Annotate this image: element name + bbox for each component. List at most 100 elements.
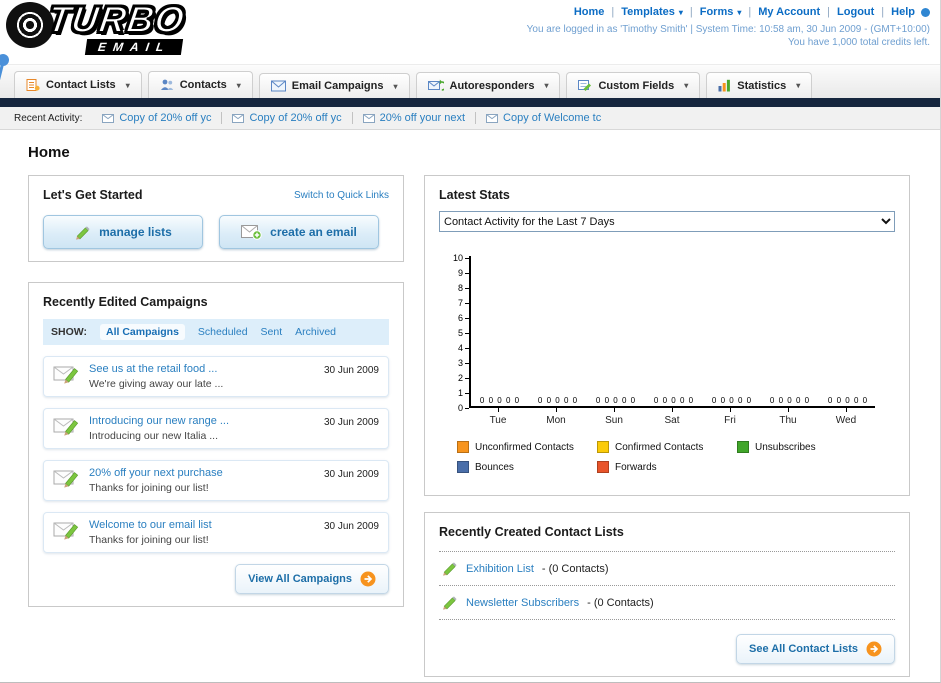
contact-list-detail: - (0 Contacts) (541, 562, 609, 575)
nav-tab-label: Email Campaigns (291, 80, 384, 92)
legend-item: Confirmed Contacts (597, 441, 737, 453)
campaigns-panel-title: Recently Edited Campaigns (43, 295, 208, 309)
contact-list-detail: - (0 Contacts) (587, 596, 654, 609)
nav-tab-email-campaigns[interactable]: Email Campaigns (258, 73, 410, 98)
campaign-title-link[interactable]: 20% off your next purchase (89, 467, 223, 479)
recent-activity-item[interactable]: Copy of 20% off yc (232, 112, 353, 124)
top-link-forms[interactable]: Forms (683, 6, 742, 18)
recent-activity-item-label: Copy of Welcome tc (503, 112, 602, 124)
y-tick-label: 7 (458, 298, 469, 308)
contact-activity-chart: 0 1 2 3 4 5 6 7 8 9 10 0 0 0 0 00 0 0 0 00 0 0 0 0… (443, 253, 895, 481)
recent-activity-item-label: 20% off your next (379, 112, 466, 124)
latest-stats-panel: Latest Stats Contact Activity for the La… (424, 175, 910, 496)
bar-group-values: 0 0 0 0 0 (769, 396, 811, 405)
campaign-filter-all-campaigns[interactable]: All Campaigns (99, 324, 185, 340)
logo-title: TURBO (44, 0, 188, 41)
campaign-date: 30 Jun 2009 (323, 469, 379, 480)
envelope-pencil-icon (53, 467, 80, 488)
contact-list-name-link[interactable]: Newsletter Subscribers (466, 597, 579, 609)
view-all-campaigns-button[interactable]: View All Campaigns (235, 564, 389, 594)
contacts-icon (160, 78, 174, 92)
top-link-my-account[interactable]: My Account (741, 6, 820, 18)
help-indicator-icon (921, 7, 930, 17)
credits-info: You have 1,000 total credits left. (788, 37, 930, 48)
nav-tab-statistics[interactable]: Statistics (706, 72, 813, 98)
campaign-text: Introducing our new range ... Introducing… (89, 415, 229, 442)
campaign-filter-archived[interactable]: Archived (295, 326, 336, 338)
statistics-icon (718, 79, 731, 92)
envelope-icon (102, 113, 115, 123)
legend-swatch (597, 461, 609, 473)
recent-activity-item-label: Copy of 20% off yc (119, 112, 212, 124)
x-axis-label: Mon (527, 408, 585, 426)
campaign-date: 30 Jun 2009 (323, 521, 379, 532)
top-link-templates[interactable]: Templates (604, 6, 682, 18)
legend-swatch (457, 441, 469, 453)
bar-group-values: 0 0 0 0 0 (537, 396, 579, 405)
campaign-item[interactable]: Welcome to our email list Thanks for join… (43, 512, 389, 553)
contact-list-name-link[interactable]: Exhibition List (466, 563, 534, 575)
campaign-subtitle: Thanks for joining our list! (89, 482, 209, 494)
campaign-item[interactable]: 20% off your next purchase Thanks for joi… (43, 460, 389, 501)
x-axis-label: Thu (759, 408, 817, 426)
get-started-title: Let's Get Started (43, 188, 143, 202)
nav-divider-bar (0, 98, 940, 107)
campaign-title-link[interactable]: See us at the retail food ... (89, 363, 223, 375)
campaign-filter-scheduled[interactable]: Scheduled (198, 326, 248, 338)
nav-tab-autoresponders[interactable]: Autoresponders (415, 72, 561, 98)
y-tick-label: 9 (458, 268, 469, 278)
page-title: Home (28, 144, 70, 161)
campaign-subtitle: We're giving away our late ... (89, 378, 224, 390)
switch-quick-links-link[interactable]: Switch to Quick Links (294, 190, 389, 201)
legend-label: Bounces (475, 461, 514, 473)
recent-activity-bar: Recent Activity: Copy of 20% off yc Copy … (0, 107, 940, 130)
campaign-filter-sent[interactable]: Sent (261, 326, 283, 338)
nav-tab-label: Contact Lists (46, 79, 116, 91)
campaign-text: Welcome to our email list Thanks for join… (89, 519, 212, 546)
create-email-button[interactable]: create an email (219, 215, 379, 249)
y-tick-label: 5 (458, 328, 469, 338)
bar-group-values: 0 0 0 0 0 (711, 396, 753, 405)
campaign-item[interactable]: Introducing our new range ... Introducing… (43, 408, 389, 449)
recent-activity-title: Recent Activity: (14, 112, 83, 124)
stats-period-select[interactable]: Contact Activity for the Last 7 Days (439, 211, 895, 232)
logo-text: TURBO EMAIL (44, 0, 188, 56)
nav-tab-contacts[interactable]: Contacts (147, 71, 253, 98)
campaign-subtitle: Thanks for joining our list! (89, 534, 209, 546)
legend-swatch (737, 441, 749, 453)
contact-list-item[interactable]: Newsletter Subscribers - (0 Contacts) (439, 585, 895, 619)
campaign-list: See us at the retail food ... We're givin… (43, 356, 389, 553)
see-all-contact-lists-label: See All Contact Lists (748, 643, 858, 655)
envelope-pencil-icon (53, 363, 80, 384)
stats-panel-title: Latest Stats (439, 188, 510, 202)
campaign-title-link[interactable]: Introducing our new range ... (89, 415, 229, 427)
see-all-contact-lists-button[interactable]: See All Contact Lists (735, 634, 895, 664)
manage-lists-button[interactable]: manage lists (43, 215, 203, 249)
top-link-logout[interactable]: Logout (820, 6, 874, 18)
campaign-item[interactable]: See us at the retail food ... We're givin… (43, 356, 389, 397)
recent-campaigns-panel: Recently Edited Campaigns SHOW: All Camp… (28, 282, 404, 607)
legend-label: Confirmed Contacts (615, 441, 704, 453)
page: TURBO EMAIL HomeTemplatesFormsMy Account… (0, 0, 941, 683)
chart-x-labels: Tue Mon Sun Sat Fri Thu Wed (469, 408, 875, 426)
envelope-pencil-icon (53, 415, 80, 436)
recent-activity-item[interactable]: Copy of 20% off yc (102, 112, 223, 124)
top-link-home[interactable]: Home (574, 6, 605, 18)
nav-tab-contact-lists[interactable]: Contact Lists (14, 71, 142, 98)
recent-activity-item[interactable]: 20% off your next (362, 112, 477, 124)
campaign-title-link[interactable]: Welcome to our email list (89, 519, 212, 531)
contact-list-item[interactable]: Exhibition List - (0 Contacts) (439, 551, 895, 585)
manage-lists-label: manage lists (99, 225, 172, 239)
nav-tab-custom-fields[interactable]: Custom Fields (566, 72, 701, 98)
campaign-date: 30 Jun 2009 (323, 365, 379, 376)
chart-y-axis: 0 1 2 3 4 5 6 7 8 9 10 (443, 253, 469, 413)
recent-activity-item[interactable]: Copy of Welcome tc (486, 112, 611, 124)
login-info: You are logged in as 'Timothy Smith' | S… (526, 24, 930, 35)
envelope-icon (486, 113, 499, 123)
contact-lists-panel: Recently Created Contact Lists Exhibitio… (424, 512, 910, 677)
campaign-text: See us at the retail food ... We're givin… (89, 363, 223, 390)
y-tick-label: 6 (458, 313, 469, 323)
left-column: Let's Get Started Switch to Quick Links … (28, 175, 404, 607)
top-link-help[interactable]: Help (874, 6, 915, 18)
campaign-subtitle: Introducing our new Italia ... (89, 430, 218, 442)
